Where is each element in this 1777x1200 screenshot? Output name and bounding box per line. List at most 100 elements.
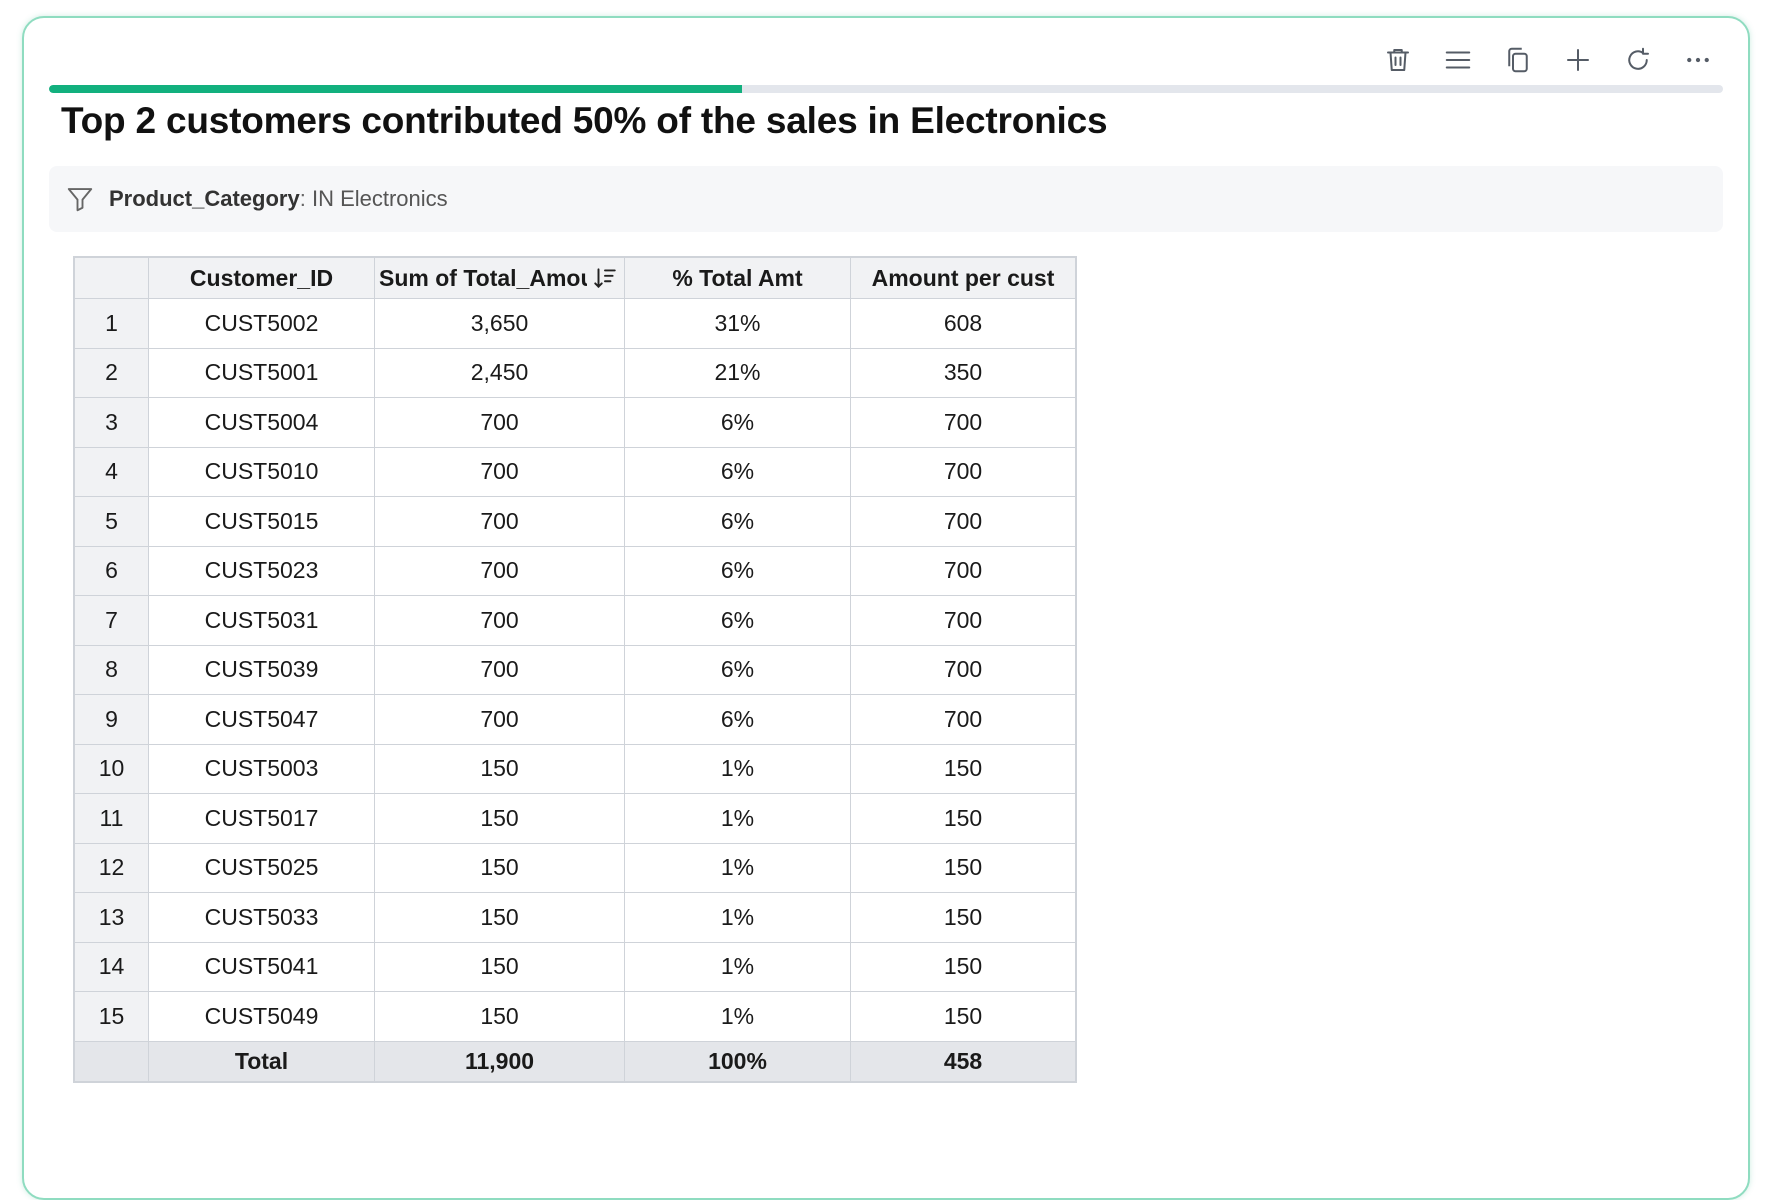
amount-per-cust-cell: 150 (850, 842, 1077, 893)
header-sum-total-amount[interactable]: Sum of Total_Amount (374, 256, 625, 299)
customer-id-cell: CUST5049 (148, 991, 375, 1042)
table-row[interactable]: 6 CUST5023 700 6% 700 (73, 545, 1077, 596)
amount-per-cust-cell: 150 (850, 793, 1077, 844)
sum-total-amount-cell: 150 (374, 941, 625, 992)
sum-total-amount-cell: 700 (374, 545, 625, 596)
sum-total-amount-cell: 700 (374, 397, 625, 448)
row-index: 9 (73, 694, 149, 745)
percent-total-cell: 6% (624, 496, 851, 547)
customer-id-cell: CUST5039 (148, 644, 375, 695)
table-row[interactable]: 1 CUST5002 3,650 31% 608 (73, 298, 1077, 349)
progress-bar (49, 85, 1723, 93)
total-row: Total 11,900 100% 458 (73, 1040, 1077, 1082)
percent-total-cell: 6% (624, 545, 851, 596)
customer-id-cell: CUST5041 (148, 941, 375, 992)
customer-id-cell: CUST5033 (148, 892, 375, 943)
table-card: Top 2 customers contributed 50% of the s… (22, 16, 1750, 1200)
row-index: 14 (73, 941, 149, 992)
percent-total-cell: 1% (624, 892, 851, 943)
customer-id-cell: CUST5017 (148, 793, 375, 844)
card-toolbar (1378, 40, 1718, 80)
total-sum: 11,900 (374, 1040, 625, 1082)
more-horizontal-icon[interactable] (1678, 40, 1718, 80)
table-row[interactable]: 12 CUST5025 150 1% 150 (73, 842, 1077, 893)
percent-total-cell: 1% (624, 842, 851, 893)
amount-per-cust-cell: 150 (850, 941, 1077, 992)
amount-per-cust-cell: 700 (850, 595, 1077, 646)
filter-text: Product_Category: IN Electronics (109, 186, 448, 212)
row-index: 4 (73, 446, 149, 497)
row-index: 11 (73, 793, 149, 844)
total-percent: 100% (624, 1040, 851, 1082)
table-row[interactable]: 7 CUST5031 700 6% 700 (73, 595, 1077, 646)
table-row[interactable]: 2 CUST5001 2,450 21% 350 (73, 347, 1077, 398)
customer-id-cell: CUST5023 (148, 545, 375, 596)
percent-total-cell: 1% (624, 941, 851, 992)
amount-per-cust-cell: 608 (850, 298, 1077, 349)
sum-total-amount-cell: 700 (374, 595, 625, 646)
filter-value: IN Electronics (305, 186, 448, 211)
row-index: 1 (73, 298, 149, 349)
refresh-icon[interactable] (1618, 40, 1658, 80)
row-index: 6 (73, 545, 149, 596)
table-header-row: Customer_ID Sum of Total_Amount % Total … (73, 256, 1077, 299)
trash-icon[interactable] (1378, 40, 1418, 80)
amount-per-cust-cell: 700 (850, 644, 1077, 695)
table-row[interactable]: 9 CUST5047 700 6% 700 (73, 694, 1077, 745)
table-row[interactable]: 4 CUST5010 700 6% 700 (73, 446, 1077, 497)
sum-total-amount-cell: 150 (374, 991, 625, 1042)
row-index: 3 (73, 397, 149, 448)
percent-total-cell: 6% (624, 446, 851, 497)
table-row[interactable]: 15 CUST5049 150 1% 150 (73, 991, 1077, 1042)
percent-total-cell: 6% (624, 694, 851, 745)
table-row[interactable]: 14 CUST5041 150 1% 150 (73, 941, 1077, 992)
total-index-cell (73, 1040, 149, 1082)
sum-total-amount-cell: 150 (374, 743, 625, 794)
hamburger-menu-icon[interactable] (1438, 40, 1478, 80)
amount-per-cust-cell: 150 (850, 743, 1077, 794)
customer-id-cell: CUST5003 (148, 743, 375, 794)
table-row[interactable]: 11 CUST5017 150 1% 150 (73, 793, 1077, 844)
table-row[interactable]: 13 CUST5033 150 1% 150 (73, 892, 1077, 943)
header-customer-id[interactable]: Customer_ID (148, 256, 375, 299)
percent-total-cell: 1% (624, 991, 851, 1042)
customer-id-cell: CUST5004 (148, 397, 375, 448)
row-index: 2 (73, 347, 149, 398)
total-amount-per-cust: 458 (850, 1040, 1077, 1082)
sum-total-amount-cell: 2,450 (374, 347, 625, 398)
copy-icon[interactable] (1498, 40, 1538, 80)
header-amount-per-cust[interactable]: Amount per cust (850, 256, 1077, 299)
data-table: Customer_ID Sum of Total_Amount % Total … (73, 256, 1077, 1083)
row-index: 10 (73, 743, 149, 794)
amount-per-cust-cell: 700 (850, 397, 1077, 448)
sum-total-amount-cell: 150 (374, 892, 625, 943)
table-row[interactable]: 5 CUST5015 700 6% 700 (73, 496, 1077, 547)
amount-per-cust-cell: 700 (850, 496, 1077, 547)
plus-icon[interactable] (1558, 40, 1598, 80)
sum-total-amount-cell: 3,650 (374, 298, 625, 349)
customer-id-cell: CUST5047 (148, 694, 375, 745)
row-index: 13 (73, 892, 149, 943)
filter-field: Product_Category (109, 186, 300, 211)
header-percent-total[interactable]: % Total Amt (624, 256, 851, 299)
filter-bar[interactable]: Product_Category: IN Electronics (49, 166, 1723, 232)
header-index (73, 256, 149, 299)
sum-total-amount-cell: 150 (374, 842, 625, 893)
row-index: 7 (73, 595, 149, 646)
sort-descending-icon[interactable] (592, 265, 618, 291)
table-row[interactable]: 3 CUST5004 700 6% 700 (73, 397, 1077, 448)
customer-id-cell: CUST5015 (148, 496, 375, 547)
amount-per-cust-cell: 700 (850, 694, 1077, 745)
customer-id-cell: CUST5031 (148, 595, 375, 646)
table-row[interactable]: 8 CUST5039 700 6% 700 (73, 644, 1077, 695)
table-row[interactable]: 10 CUST5003 150 1% 150 (73, 743, 1077, 794)
row-index: 15 (73, 991, 149, 1042)
customer-id-cell: CUST5002 (148, 298, 375, 349)
progress-fill (49, 85, 743, 93)
percent-total-cell: 1% (624, 793, 851, 844)
sum-total-amount-cell: 700 (374, 694, 625, 745)
customer-id-cell: CUST5025 (148, 842, 375, 893)
amount-per-cust-cell: 700 (850, 545, 1077, 596)
page-title: Top 2 customers contributed 50% of the s… (61, 100, 1108, 141)
customer-id-cell: CUST5010 (148, 446, 375, 497)
